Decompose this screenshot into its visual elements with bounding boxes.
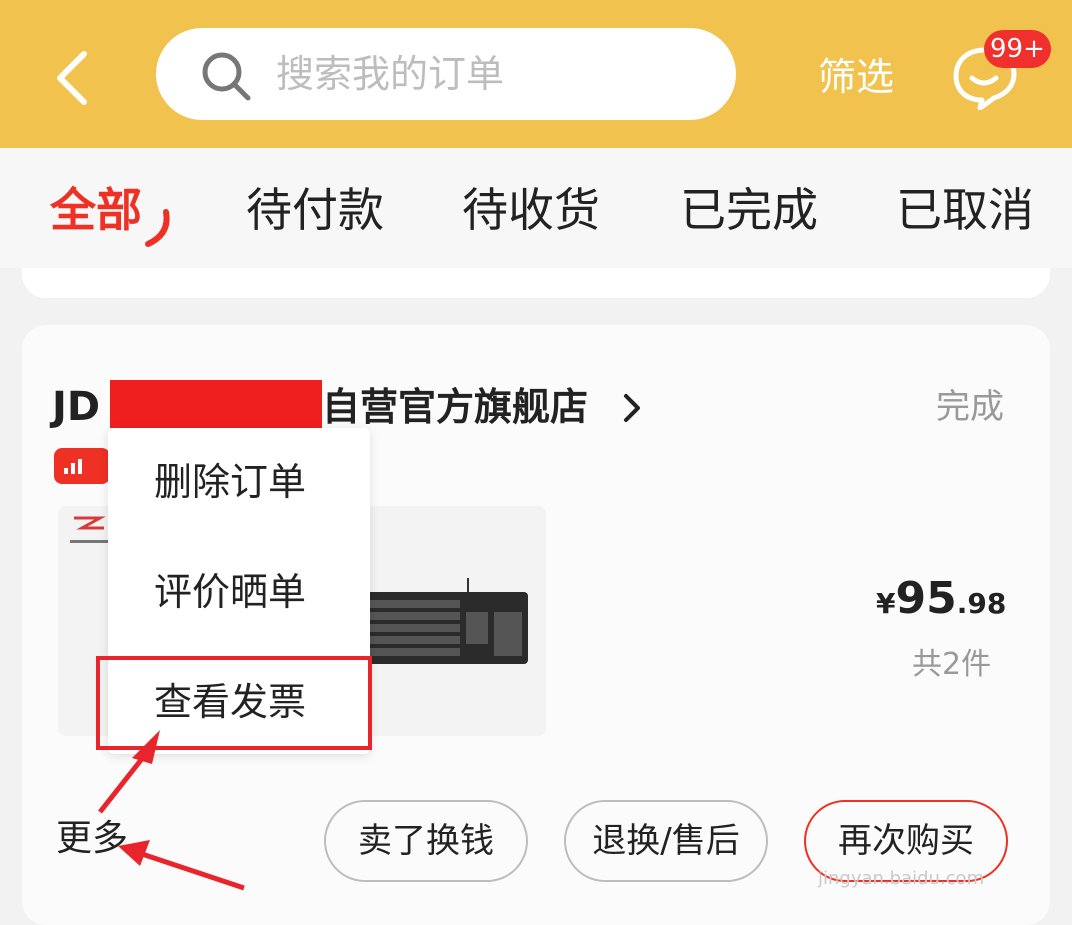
shop-name-prefix[interactable]: JD [52,382,100,432]
back-arrow-icon[interactable] [50,48,96,108]
watermark-domain: jingyan.baidu.com [818,868,985,889]
chevron-right-icon[interactable] [620,392,644,424]
tab-pending-receipt[interactable]: 待收货 [462,178,600,242]
shop-name[interactable]: 自营官方旗舰店 [322,382,588,432]
tab-cancelled[interactable]: 已取消 [896,178,1034,242]
menu-item-review[interactable]: 评价晒单 [154,566,306,618]
brand-logo [70,516,108,543]
filter-button[interactable]: 筛选 [818,52,894,102]
tab-pending-payment[interactable]: 待付款 [246,178,384,242]
bar-chart-icon [64,459,82,474]
redaction-block [110,380,322,428]
tab-all[interactable]: 全部 [50,178,142,242]
previous-card-edge [22,268,1050,298]
search-icon [202,52,251,101]
annotation-highlight-box [96,656,372,750]
more-button[interactable]: 更多 [56,814,128,864]
order-price: ¥95.98 [876,572,1006,635]
search-bar[interactable]: 搜索我的订单 [156,28,736,120]
price-integer: 95 [895,573,957,624]
item-count: 共2件 [912,647,992,682]
search-input[interactable]: 搜索我的订单 [276,48,504,100]
sell-button[interactable]: 卖了换钱 [324,800,528,882]
return-service-button[interactable]: 退换/售后 [564,800,768,882]
order-status: 完成 [936,387,1004,427]
price-decimal: .98 [956,587,1007,620]
active-tab-indicator [145,209,170,247]
menu-item-delete-order[interactable]: 删除订单 [154,456,306,508]
price-currency: ¥ [876,587,896,620]
message-badge: 99+ [984,30,1051,68]
tab-completed[interactable]: 已完成 [680,178,818,242]
keyboard-image [356,578,528,664]
